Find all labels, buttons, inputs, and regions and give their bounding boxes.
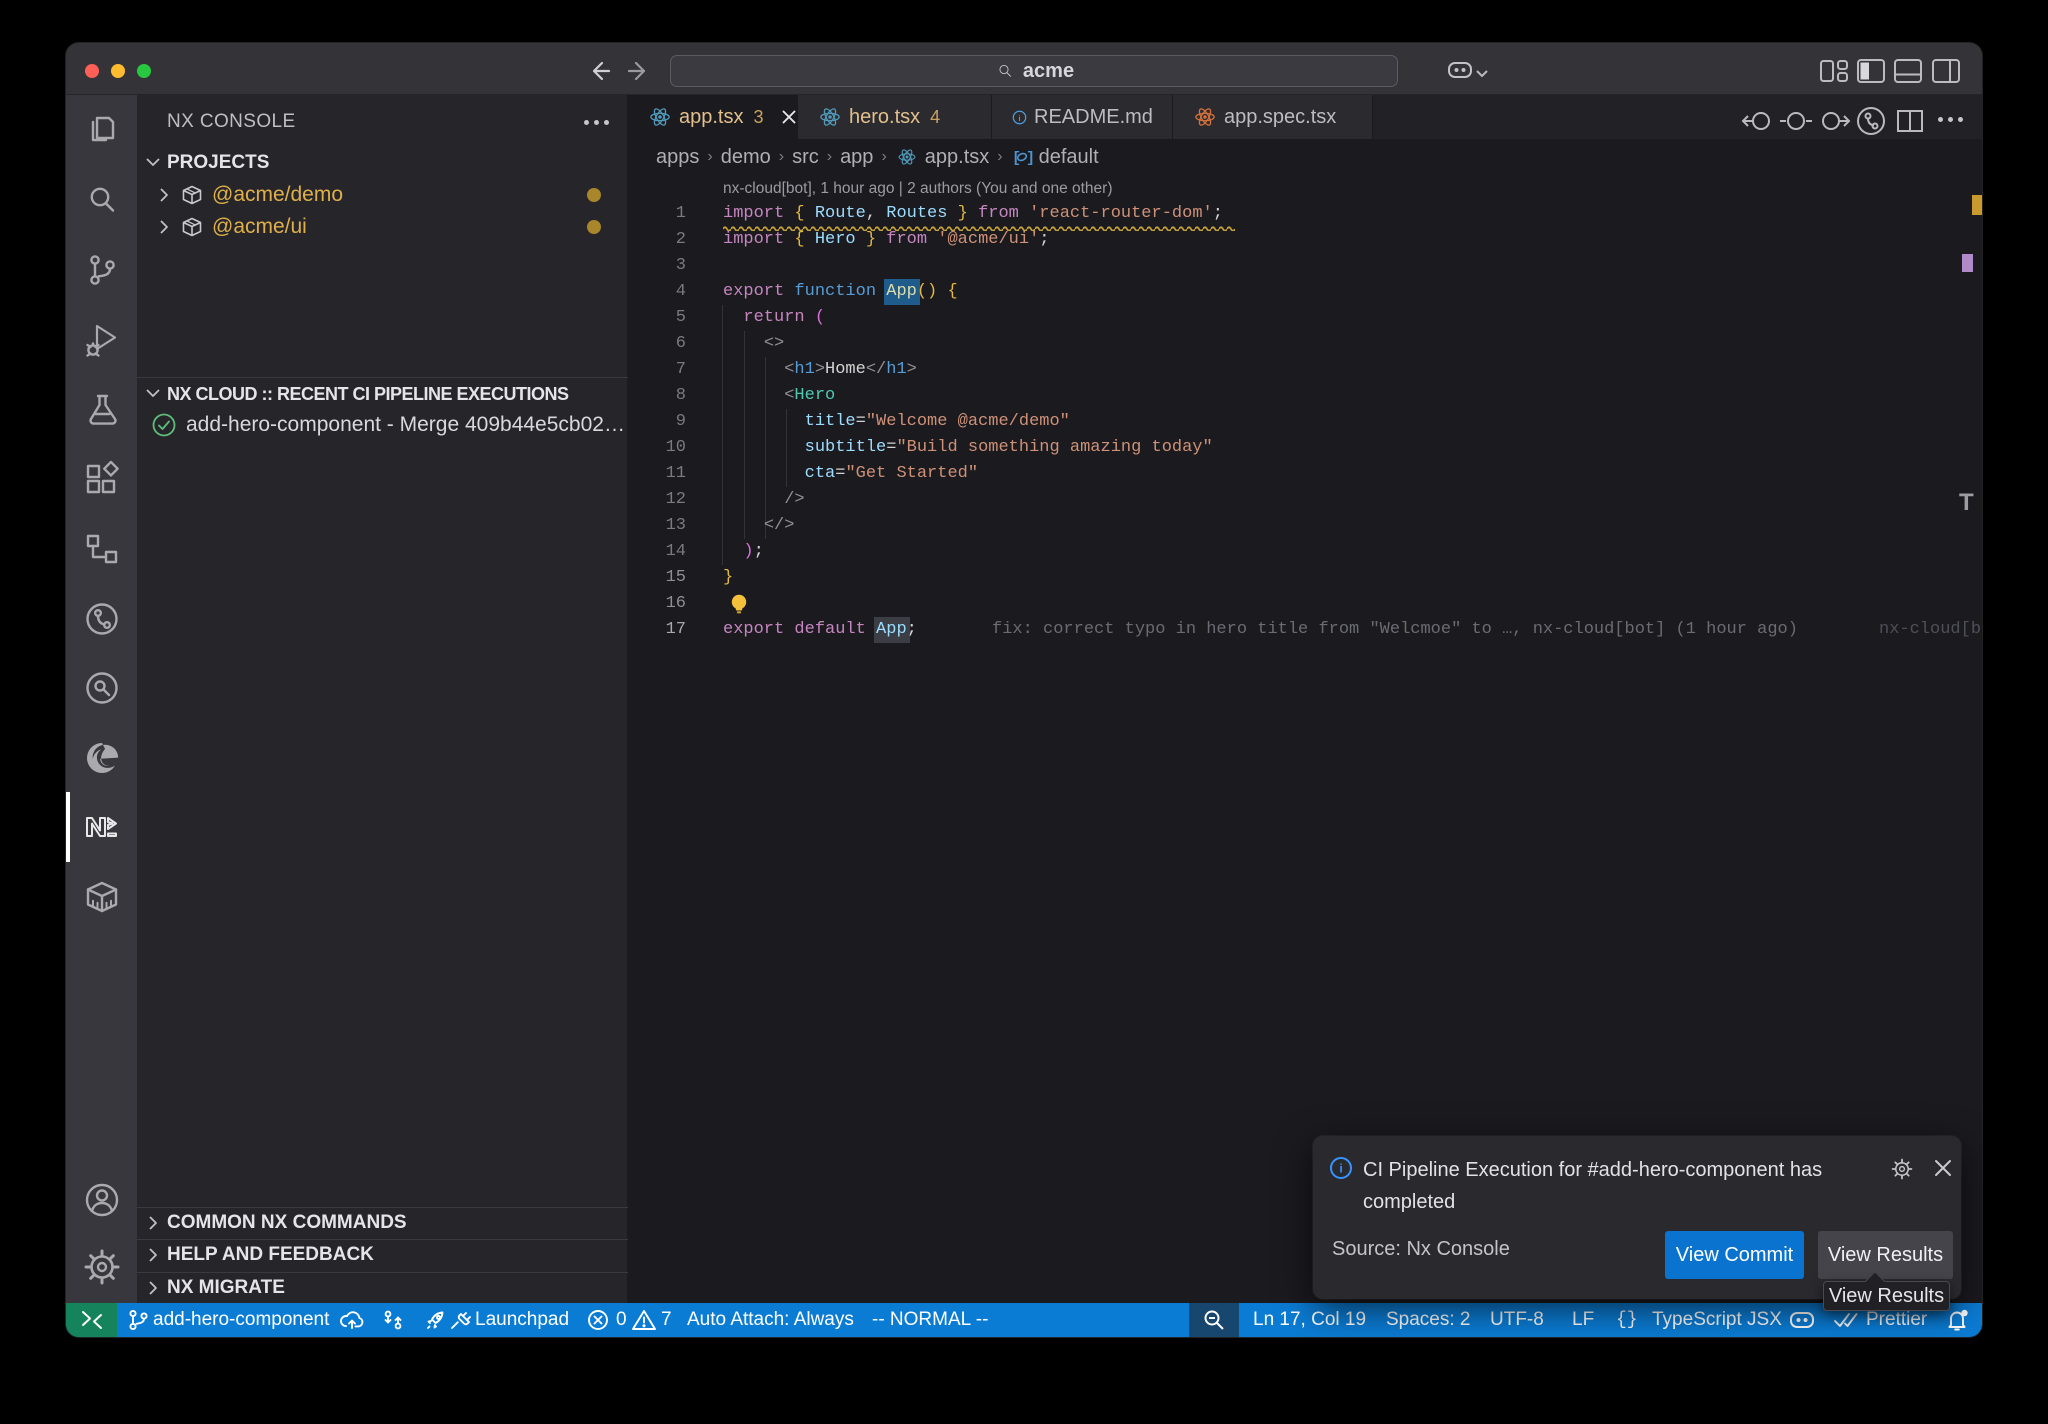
svg-text:]: ] bbox=[1026, 150, 1033, 166]
svg-text:i: i bbox=[1018, 113, 1020, 122]
svg-text:[: [ bbox=[1012, 150, 1021, 166]
svg-text:i: i bbox=[1339, 1162, 1342, 1176]
